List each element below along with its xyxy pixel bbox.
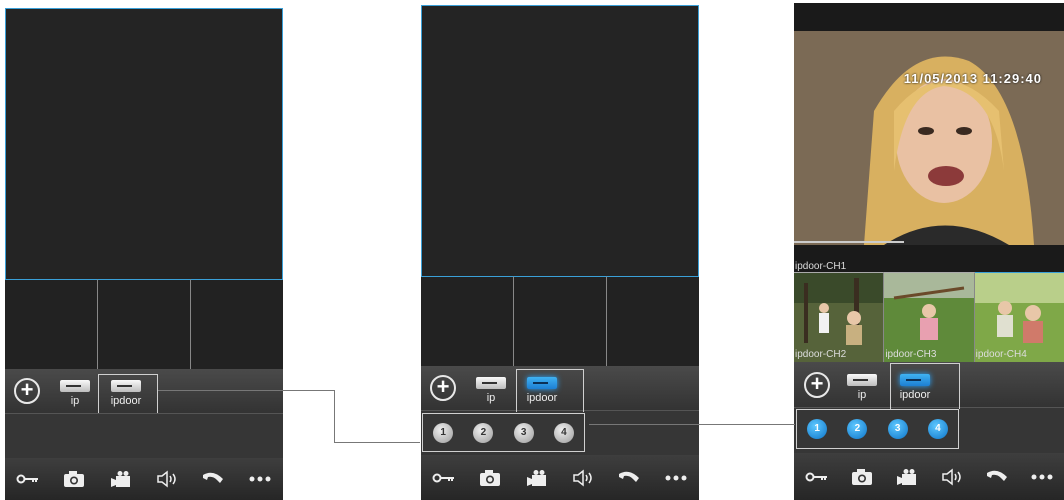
flow-connector-line — [334, 390, 335, 442]
flow-connector-line — [158, 390, 334, 391]
speaker-icon[interactable] — [937, 467, 967, 486]
speaker-icon[interactable] — [152, 470, 182, 488]
main-video-view[interactable]: 11/05/2013 11:29:40 — [794, 31, 1064, 245]
thumbnail-slot[interactable] — [5, 279, 98, 369]
phone-handset-icon[interactable] — [614, 469, 644, 487]
thumbnail-label: ipdoor-CH4 — [975, 349, 1027, 360]
channel-button[interactable]: 3 — [887, 419, 908, 439]
phone-handset-icon[interactable] — [198, 470, 228, 488]
channel-button[interactable]: 2 — [847, 419, 868, 439]
add-device-icon[interactable]: + — [804, 372, 830, 398]
device-selection-frame — [98, 374, 158, 414]
more-icon[interactable] — [661, 475, 691, 481]
channel-button[interactable]: 1 — [433, 422, 454, 443]
device-selection-frame — [890, 363, 960, 409]
thumbnail-slot[interactable] — [514, 276, 607, 366]
thumbnail-slot[interactable] — [421, 276, 514, 366]
camera-icon[interactable] — [475, 469, 505, 487]
device-label: ip — [857, 389, 867, 401]
speaker-icon[interactable] — [568, 468, 598, 487]
add-device-icon[interactable]: + — [14, 378, 40, 404]
device-ip[interactable]: ip — [50, 380, 100, 407]
channel-selector: 1 2 3 4 — [422, 413, 585, 452]
dvr-icon — [476, 377, 506, 389]
thumbnail-slot[interactable]: ipdoor-CH2 — [794, 272, 885, 362]
thumbnail-slot[interactable] — [607, 276, 699, 366]
channel-selector: 1 2 3 4 — [796, 409, 959, 449]
more-icon[interactable] — [245, 476, 275, 482]
bottom-toolbar — [794, 453, 1064, 500]
device-selection-frame — [516, 369, 584, 412]
phone-handset-icon[interactable] — [982, 468, 1012, 486]
video-timestamp: 11/05/2013 11:29:40 — [903, 71, 1042, 86]
video-camera-icon[interactable] — [892, 468, 922, 486]
bottom-toolbar — [421, 455, 699, 500]
main-channel-label: ipdoor-CH1 — [795, 261, 847, 272]
camera-icon[interactable] — [59, 470, 89, 488]
progress-indicator — [794, 241, 904, 243]
bottom-toolbar — [5, 458, 283, 500]
channel-bar — [5, 413, 283, 459]
flow-connector-line — [589, 424, 795, 425]
phone-screen-3: 11/05/2013 11:29:40 ipdoor-CH1 ipdoor-CH… — [794, 3, 1064, 500]
device-ip[interactable]: ip — [837, 374, 887, 401]
phone-screen-1: + ip ipdoor — [5, 8, 283, 500]
channel-button[interactable]: 4 — [927, 419, 948, 439]
thumbnail-row: ipdoor-CH2 ipdoor-CH3 ipdoor-CH4 — [794, 272, 1064, 362]
channel-button[interactable]: 1 — [807, 419, 828, 439]
main-video-view[interactable] — [5, 8, 283, 280]
camera-icon[interactable] — [847, 468, 877, 486]
live-video-frame — [794, 31, 1064, 245]
dvr-icon — [60, 380, 90, 392]
device-bar: + ip ipdoor — [5, 369, 283, 414]
dvr-icon — [847, 374, 877, 386]
channel-button[interactable]: 2 — [473, 422, 494, 443]
more-icon[interactable] — [1027, 474, 1057, 480]
device-label: ip — [70, 395, 80, 407]
key-icon[interactable] — [13, 474, 43, 484]
key-icon[interactable] — [802, 472, 832, 482]
thumbnail-slot[interactable]: ipdoor-CH4 — [974, 272, 1064, 362]
channel-button[interactable]: 4 — [553, 422, 574, 443]
thumbnail-label: ipdoor-CH2 — [795, 349, 847, 360]
thumbnail-slot[interactable] — [98, 279, 191, 369]
channel-button[interactable]: 3 — [513, 422, 534, 443]
device-label: ip — [486, 392, 496, 404]
thumbnail-label: ipdoor-CH3 — [885, 349, 937, 360]
channel-bar: 1 2 3 4 — [421, 410, 699, 456]
key-icon[interactable] — [429, 473, 459, 483]
video-camera-icon[interactable] — [522, 469, 552, 487]
thumbnail-row — [421, 276, 699, 366]
channel-bar: 1 2 3 4 — [794, 407, 1064, 454]
thumbnail-row — [5, 279, 283, 369]
thumbnail-slot[interactable] — [191, 279, 283, 369]
thumbnail-slot[interactable]: ipdoor-CH3 — [884, 272, 975, 362]
device-ip[interactable]: ip — [466, 377, 516, 404]
video-camera-icon[interactable] — [106, 470, 136, 488]
main-video-view[interactable] — [421, 5, 699, 277]
phone-screen-2: + ip ipdoor 1 2 3 4 — [421, 5, 699, 500]
flow-connector-line — [334, 442, 420, 443]
add-device-icon[interactable]: + — [430, 375, 456, 401]
